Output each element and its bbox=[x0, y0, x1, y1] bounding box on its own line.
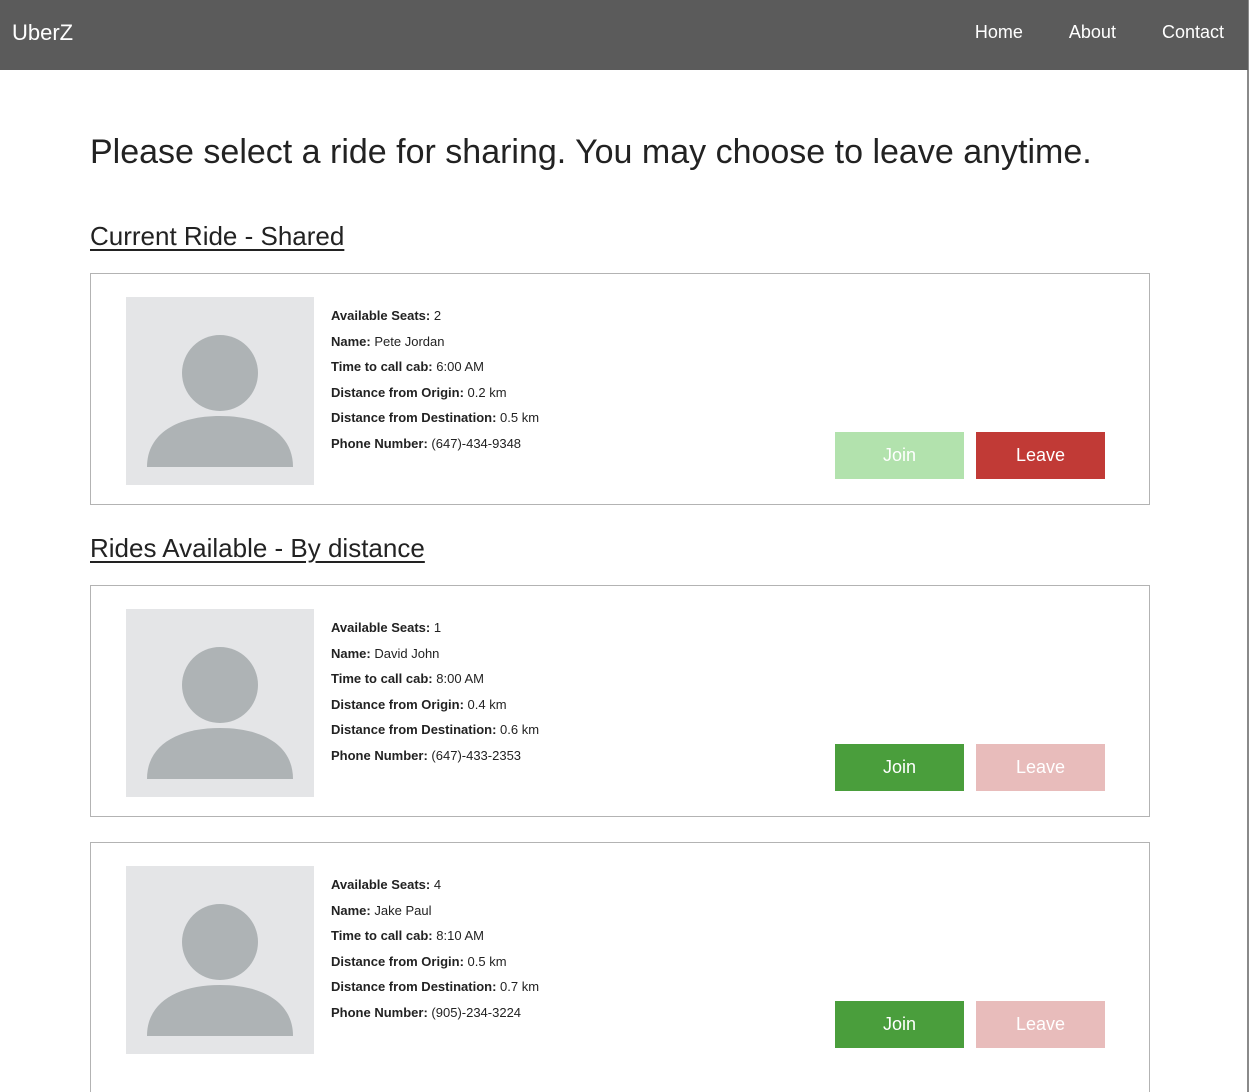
time-label: Time to call cab: bbox=[331, 359, 433, 375]
seats-row: Available Seats: 2 bbox=[331, 303, 539, 329]
phone-value: (905)-234-3224 bbox=[431, 1004, 522, 1020]
seats-label: Available Seats: bbox=[331, 620, 431, 635]
destination-label: Distance from Destination: bbox=[331, 410, 497, 426]
origin-label: Distance from Origin: bbox=[331, 953, 464, 969]
phone-row: Phone Number: (647)-434-9348 bbox=[331, 431, 539, 457]
page-right-border bbox=[1247, 0, 1249, 1092]
user-silhouette-icon bbox=[126, 866, 314, 1054]
brand-logo[interactable]: UberZ bbox=[12, 20, 73, 46]
name-label: Name: bbox=[331, 333, 371, 349]
origin-row: Distance from Origin: 0.2 km bbox=[331, 380, 539, 406]
top-navbar: UberZ Home About Contact bbox=[0, 0, 1248, 70]
seats-value: 4 bbox=[433, 877, 442, 892]
origin-label: Distance from Origin: bbox=[331, 696, 464, 712]
phone-row: Phone Number: (905)-234-3224 bbox=[331, 1000, 539, 1026]
join-button[interactable]: Join bbox=[835, 1001, 964, 1048]
seats-row: Available Seats: 4 bbox=[331, 872, 539, 898]
ride-details: Available Seats: 1 Name: David John Time… bbox=[331, 615, 539, 769]
leave-button[interactable]: Leave bbox=[976, 1001, 1105, 1048]
destination-label: Distance from Destination: bbox=[331, 722, 497, 738]
time-label: Time to call cab: bbox=[331, 928, 433, 944]
seats-label: Available Seats: bbox=[331, 308, 431, 323]
rides-available-heading: Rides Available - By distance bbox=[90, 533, 425, 563]
origin-value: 0.2 km bbox=[467, 384, 507, 400]
user-silhouette-icon bbox=[126, 297, 314, 485]
destination-row: Distance from Destination: 0.6 km bbox=[331, 717, 539, 743]
seats-row: Available Seats: 1 bbox=[331, 615, 539, 641]
seats-label: Available Seats: bbox=[331, 877, 431, 892]
seats-value: 1 bbox=[433, 620, 442, 635]
name-label: Name: bbox=[331, 902, 371, 918]
name-row: Name: Jake Paul bbox=[331, 898, 539, 924]
name-row: Name: Pete Jordan bbox=[331, 329, 539, 355]
ride-details: Available Seats: 4 Name: Jake Paul Time … bbox=[331, 872, 539, 1026]
current-ride-heading: Current Ride - Shared bbox=[90, 221, 345, 251]
join-button[interactable]: Join bbox=[835, 744, 964, 791]
time-row: Time to call cab: 8:10 AM bbox=[331, 923, 539, 949]
origin-value: 0.5 km bbox=[467, 953, 507, 969]
name-value: Jake Paul bbox=[374, 902, 432, 918]
phone-label: Phone Number: bbox=[331, 1004, 428, 1020]
page-headline: Please select a ride for sharing. You ma… bbox=[90, 133, 1092, 171]
join-button[interactable]: Join bbox=[835, 432, 964, 479]
phone-value: (647)-433-2353 bbox=[431, 747, 522, 763]
ride-card: Available Seats: 4 Name: Jake Paul Time … bbox=[90, 842, 1150, 1092]
phone-value: (647)-434-9348 bbox=[431, 435, 522, 451]
origin-value: 0.4 km bbox=[467, 696, 507, 712]
time-row: Time to call cab: 6:00 AM bbox=[331, 354, 539, 380]
destination-value: 0.6 km bbox=[500, 722, 540, 738]
user-silhouette-icon bbox=[126, 609, 314, 797]
ride-details: Available Seats: 2 Name: Pete Jordan Tim… bbox=[331, 303, 539, 457]
leave-button[interactable]: Leave bbox=[976, 744, 1105, 791]
name-value: Pete Jordan bbox=[374, 333, 445, 349]
destination-row: Distance from Destination: 0.7 km bbox=[331, 974, 539, 1000]
leave-button[interactable]: Leave bbox=[976, 432, 1105, 479]
phone-label: Phone Number: bbox=[331, 747, 428, 763]
name-value: David John bbox=[374, 645, 440, 661]
nav-home-link[interactable]: Home bbox=[975, 22, 1023, 43]
time-value: 6:00 AM bbox=[436, 359, 484, 375]
name-row: Name: David John bbox=[331, 641, 539, 667]
nav-links: Home About Contact bbox=[975, 22, 1224, 43]
time-row: Time to call cab: 8:00 AM bbox=[331, 666, 539, 692]
phone-row: Phone Number: (647)-433-2353 bbox=[331, 743, 539, 769]
origin-row: Distance from Origin: 0.5 km bbox=[331, 949, 539, 975]
destination-value: 0.7 km bbox=[500, 979, 540, 995]
destination-label: Distance from Destination: bbox=[331, 979, 497, 995]
destination-value: 0.5 km bbox=[500, 410, 540, 426]
origin-label: Distance from Origin: bbox=[331, 384, 464, 400]
ride-card: Available Seats: 1 Name: David John Time… bbox=[90, 585, 1150, 817]
time-value: 8:10 AM bbox=[436, 928, 484, 944]
phone-label: Phone Number: bbox=[331, 435, 428, 451]
nav-about-link[interactable]: About bbox=[1069, 22, 1116, 43]
time-value: 8:00 AM bbox=[436, 671, 484, 687]
time-label: Time to call cab: bbox=[331, 671, 433, 687]
ride-card: Available Seats: 2 Name: Pete Jordan Tim… bbox=[90, 273, 1150, 505]
seats-value: 2 bbox=[433, 308, 442, 323]
nav-contact-link[interactable]: Contact bbox=[1162, 22, 1224, 43]
destination-row: Distance from Destination: 0.5 km bbox=[331, 405, 539, 431]
origin-row: Distance from Origin: 0.4 km bbox=[331, 692, 539, 718]
name-label: Name: bbox=[331, 645, 371, 661]
